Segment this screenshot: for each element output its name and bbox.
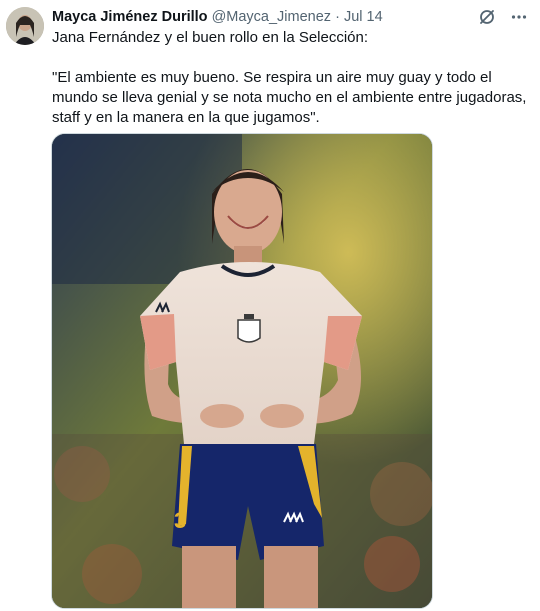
tweet-text: Jana Fernández y el buen rollo en la Sel… (52, 28, 532, 128)
more-dots-icon[interactable] (508, 6, 530, 28)
tweet-quote: "El ambiente es muy bueno. Se respira un… (52, 69, 527, 126)
avatar-image (6, 7, 44, 45)
tweet-header: Mayca Jiménez Durillo @Mayca_Jimenez · J… (52, 8, 480, 26)
player-photo: 3 (52, 134, 432, 608)
jersey-number: 3 (174, 508, 186, 533)
tweet-card: Mayca Jiménez Durillo @Mayca_Jimenez · J… (0, 0, 540, 611)
tweet-actions (476, 6, 530, 28)
avatar[interactable] (6, 7, 44, 45)
separator-dot: · (335, 9, 340, 25)
author-handle[interactable]: @Mayca_Jimenez (212, 9, 331, 25)
slashed-circle-icon[interactable] (476, 6, 498, 28)
author-name[interactable]: Mayca Jiménez Durillo (52, 9, 208, 25)
tweet-intro-line: Jana Fernández y el buen rollo en la Sel… (52, 29, 369, 46)
tweet-date[interactable]: Jul 14 (344, 9, 383, 25)
tweet-photo[interactable]: 3 (51, 133, 433, 609)
